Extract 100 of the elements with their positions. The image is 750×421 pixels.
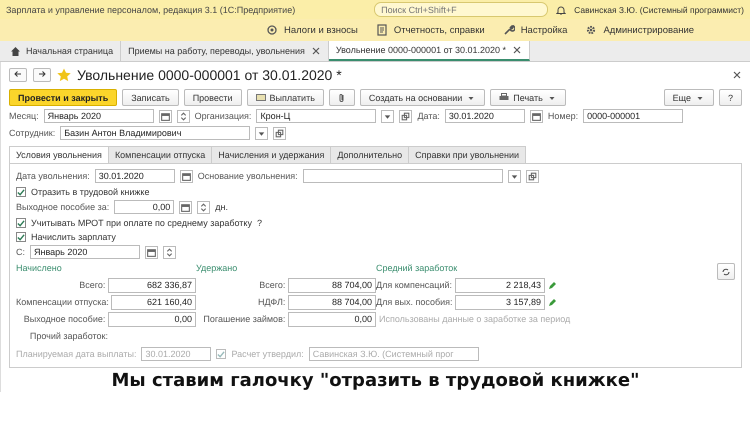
- user-name: Савинская З.Ю. (Системный программист): [574, 4, 744, 14]
- field-label: Сотрудник:: [9, 128, 56, 138]
- forward-button[interactable]: [33, 68, 51, 82]
- star-icon[interactable]: [57, 68, 71, 82]
- banknote-icon: [256, 93, 266, 102]
- form-title: Увольнение 0000-000001 от 30.01.2020 *: [77, 67, 343, 83]
- section-menu-item[interactable]: Налоги и взносы: [266, 24, 358, 36]
- close-icon[interactable]: [732, 70, 742, 80]
- spin-icon[interactable]: [176, 110, 190, 122]
- field-label: Всего:: [78, 280, 106, 290]
- section-menu-item[interactable]: Администрирование: [585, 24, 694, 36]
- spin-icon[interactable]: [163, 246, 176, 258]
- calendar-icon[interactable]: [145, 246, 158, 258]
- search-field[interactable]: Поиск Ctrl+Shift+F: [374, 2, 548, 17]
- refresh-button[interactable]: [717, 263, 735, 280]
- amount-field: 2 218,43: [455, 278, 545, 292]
- input-field[interactable]: Январь 2020: [44, 109, 154, 123]
- field-label: Планируемая дата выплаты:: [16, 349, 136, 359]
- field-label: Прочий заработок:: [28, 331, 108, 341]
- input-field[interactable]: 0,00: [114, 200, 174, 214]
- field-label: Месяц:: [9, 111, 39, 121]
- close-icon[interactable]: [310, 46, 321, 56]
- open-window-tab[interactable]: Начальная страница: [4, 41, 122, 61]
- toolbar-button[interactable]: Провести: [184, 89, 242, 106]
- field-label: Дата увольнения:: [16, 171, 90, 181]
- post-and-close-button[interactable]: Провести и закрыть: [9, 89, 118, 106]
- open-window-tab[interactable]: Увольнение 0000-000001 от 30.01.2020 *: [328, 41, 530, 61]
- field-label: Основание увольнения:: [198, 171, 298, 181]
- dropdown-icon[interactable]: [381, 110, 394, 122]
- amount-field: 621 160,40: [111, 294, 196, 310]
- print-button[interactable]: Печать: [490, 89, 566, 106]
- create-based-on-button[interactable]: Создать на основании: [360, 89, 486, 106]
- section-menu-item[interactable]: Отчетность, справки: [376, 24, 485, 36]
- report-icon: [376, 24, 388, 36]
- link-icon[interactable]: [273, 126, 286, 140]
- field-label: Компенсации отпуска:: [16, 297, 108, 307]
- amount-field: 0,00: [288, 312, 376, 326]
- form-tab[interactable]: Условия увольнения: [9, 146, 109, 163]
- wrench-icon: [502, 24, 515, 36]
- gear-icon: [585, 24, 598, 36]
- calendar-icon[interactable]: [180, 170, 193, 182]
- refresh-icon: [722, 268, 730, 276]
- help-link[interactable]: ?: [256, 218, 262, 228]
- subtitle-caption: Мы ставим галочку "отразить в трудовой книжке": [110, 371, 640, 392]
- arrow-right-icon: [37, 69, 47, 79]
- input-field[interactable]: 30.01.2020: [94, 169, 175, 183]
- amount-field: 88 704,00: [288, 294, 376, 310]
- form-tab[interactable]: Справки при увольнении: [408, 146, 526, 163]
- help-button[interactable]: ?: [718, 89, 742, 106]
- checkbox-label: Расчет утвердил:: [231, 349, 304, 359]
- checkbox-label: Учитывать МРОТ при оплате по среднему заработку: [31, 218, 252, 228]
- field-label: Всего:: [258, 280, 286, 290]
- input-field[interactable]: Базин Антон Владимирович: [60, 126, 250, 140]
- input-field[interactable]: 30.01.2020: [444, 109, 525, 123]
- accrue-checkbox[interactable]: [16, 232, 26, 242]
- printer-icon: [499, 93, 510, 102]
- calendar-icon[interactable]: [158, 110, 172, 122]
- field-label: С:: [16, 247, 25, 257]
- section-menu-item[interactable]: Настройка: [502, 24, 568, 36]
- group-heading: Удержано: [196, 263, 238, 275]
- home-icon: [11, 46, 20, 56]
- link-icon[interactable]: [399, 110, 412, 122]
- more-button[interactable]: Еще: [664, 89, 714, 106]
- unit-label: дн.: [215, 202, 228, 212]
- input-field[interactable]: 0000-000001: [583, 109, 684, 123]
- group-heading: Начислено: [16, 263, 63, 275]
- mrot-checkbox[interactable]: [16, 218, 26, 228]
- group-heading: Средний заработок: [376, 263, 458, 275]
- input-field[interactable]: Крон-Ц: [256, 109, 376, 123]
- field-label: Выходное пособие:: [22, 314, 106, 324]
- paperclip-icon: [338, 92, 346, 102]
- field-label: Организация:: [194, 111, 252, 121]
- spin-icon[interactable]: [197, 200, 210, 214]
- dropdown-icon[interactable]: [255, 126, 268, 140]
- form-tab[interactable]: Компенсации отпуска: [108, 146, 212, 163]
- toolbar-button[interactable]: Записать: [122, 89, 179, 106]
- amount-field: 88 704,00: [288, 278, 376, 292]
- close-icon[interactable]: [512, 45, 522, 55]
- field-label: Выходное пособие за:: [16, 202, 110, 212]
- amount-field: 682 336,87: [108, 278, 196, 292]
- back-button[interactable]: [9, 68, 27, 82]
- checkbox-label: Отразить в трудовой книжке: [31, 187, 150, 197]
- form-tab[interactable]: Дополнительно: [330, 146, 410, 163]
- field-label: Для вых. пособия:: [376, 297, 452, 307]
- bell-icon[interactable]: [556, 4, 566, 14]
- input-field[interactable]: Январь 2020: [30, 245, 140, 259]
- link-icon[interactable]: [526, 170, 539, 182]
- record-checkbox[interactable]: [16, 187, 26, 197]
- calendar-icon[interactable]: [530, 110, 543, 122]
- info-text: Использованы данные о заработке за период: [379, 314, 570, 324]
- field-label: Погашение займов:: [202, 314, 286, 324]
- amount-field: 0,00: [108, 312, 196, 326]
- checkbox-label: Начислить зарплату: [31, 232, 116, 242]
- dropdown-icon[interactable]: [508, 170, 521, 182]
- attach-button[interactable]: [328, 89, 355, 106]
- input-field[interactable]: [302, 169, 503, 183]
- field-label: НДФЛ:: [257, 297, 286, 307]
- pay-button[interactable]: Выплатить: [246, 89, 324, 106]
- field-label: Дата:: [417, 111, 440, 121]
- form-tab[interactable]: Начисления и удержания: [211, 146, 332, 163]
